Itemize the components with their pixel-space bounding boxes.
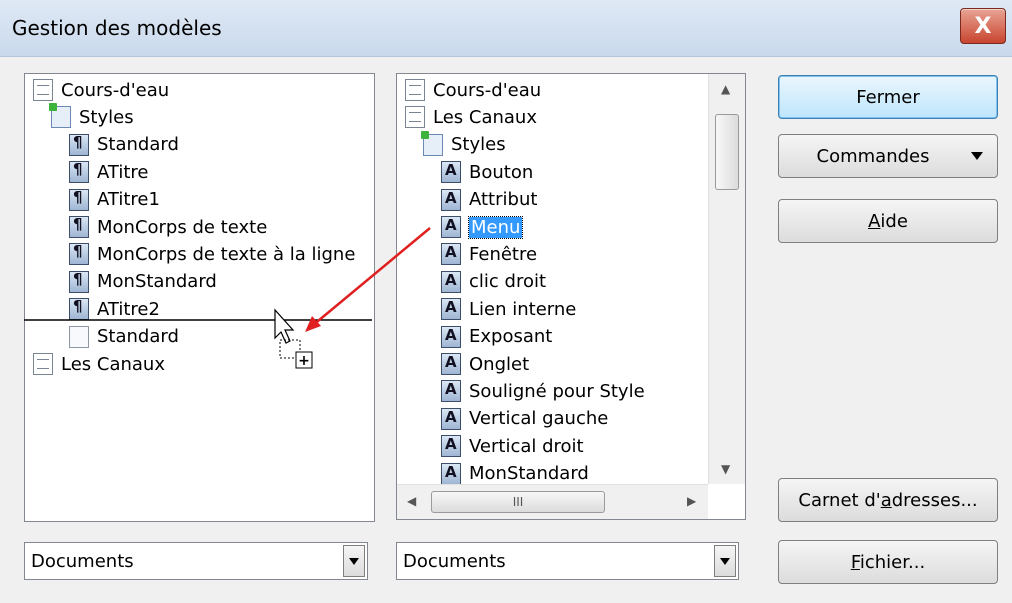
drag-overlay: + — [24, 227, 431, 369]
mouse-cursor-icon — [274, 308, 295, 344]
dialog-window: Gestion des modèles X Les Canaux Standard… — [0, 0, 1012, 603]
drag-arrowhead — [305, 316, 321, 332]
drag-arrow — [311, 227, 431, 327]
svg-text:+: + — [298, 353, 310, 369]
